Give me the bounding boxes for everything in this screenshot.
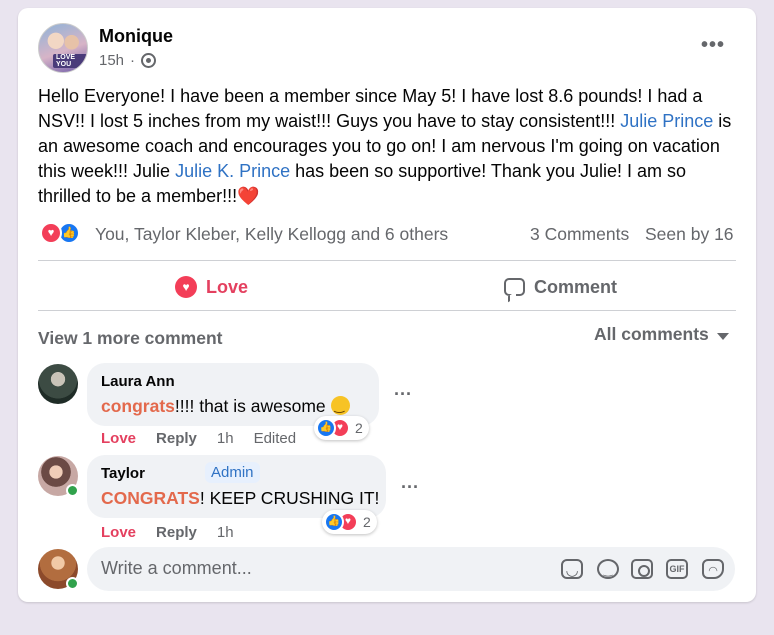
avatar-sticker-icon[interactable]: ◠ <box>702 559 724 579</box>
comment-button[interactable]: Comment <box>504 272 617 302</box>
comment-reactions[interactable]: 👍 ♥ 2 <box>322 510 377 534</box>
love-button[interactable]: ♥ Love <box>175 272 248 302</box>
like-reaction-icon: 👍 <box>324 512 344 532</box>
post-card: LOVE YOU Monique 15h · ••• Hello Everyon… <box>18 8 756 602</box>
comment-time[interactable]: 1h <box>217 524 234 541</box>
author-name[interactable]: Monique <box>99 26 173 47</box>
post-body: Hello Everyone! I have been a member sin… <box>38 86 732 206</box>
gif-icon[interactable]: GIF <box>666 559 688 579</box>
comment-composer[interactable]: ◡ ‿ GIF ◠ <box>87 547 735 591</box>
comment-bubble-icon <box>504 278 525 296</box>
friends-globe-icon[interactable] <box>141 53 157 68</box>
love-icon: ♥ <box>175 276 197 298</box>
post-time[interactable]: 15h <box>99 52 124 69</box>
online-status-dot <box>66 577 79 590</box>
comment-time[interactable]: 1h <box>217 430 234 447</box>
comment-reply-button[interactable]: Reply <box>156 430 197 447</box>
love-reaction-icon: ♥ <box>40 222 62 244</box>
online-status-dot <box>66 484 79 497</box>
comment-actions: Love Reply 1h Edited <box>101 430 296 447</box>
commenter-name[interactable]: Taylor <box>101 465 145 482</box>
comment-love-button[interactable]: Love <box>101 430 136 447</box>
smiley-emoji-icon <box>330 396 350 415</box>
comment-actions: Love Reply 1h <box>101 524 234 541</box>
comment-text: congrats!!!! that is awesome <box>101 396 350 417</box>
avatar-badge: LOVE YOU <box>53 54 87 68</box>
sticker-icon[interactable]: ◡ <box>561 559 583 579</box>
admin-badge: Admin <box>205 462 260 483</box>
comment-text: CONGRATS! KEEP CRUSHING IT! <box>101 488 380 508</box>
comment-edited[interactable]: Edited <box>254 430 297 447</box>
comment-reply-button[interactable]: Reply <box>156 524 197 541</box>
comment-reactions[interactable]: 👍 ♥ 2 <box>314 416 369 440</box>
reactions-summary: ♥ 👍 You, Taylor Kleber, Kelly Kellogg an… <box>38 222 738 246</box>
author-avatar[interactable]: LOVE YOU <box>38 23 88 73</box>
seen-by[interactable]: Seen by 16 <box>645 224 734 245</box>
comment-bubble: Taylor Admin CONGRATS! KEEP CRUSHING IT! <box>87 455 386 518</box>
view-more-comments[interactable]: View 1 more comment <box>38 328 222 349</box>
divider <box>38 310 736 311</box>
comment-count[interactable]: 3 Comments <box>530 224 629 245</box>
comment-love-button[interactable]: Love <box>101 524 136 541</box>
post-options-button[interactable]: ••• <box>701 34 725 57</box>
reaction-names[interactable]: You, Taylor Kleber, Kelly Kellogg and 6 … <box>95 224 448 245</box>
mention-julie-prince[interactable]: Julie Prince <box>620 111 713 131</box>
emoji-icon[interactable]: ‿ <box>597 559 619 579</box>
comment-options-button[interactable]: ··· <box>394 384 412 405</box>
camera-icon[interactable] <box>631 559 653 579</box>
post-meta: 15h · <box>99 52 157 69</box>
comment-options-button[interactable]: ··· <box>401 477 419 498</box>
like-reaction-icon: 👍 <box>316 418 336 438</box>
commenter-avatar[interactable] <box>38 364 78 404</box>
heart-emoji: ❤️ <box>237 186 260 206</box>
comment-filter-dropdown[interactable]: All comments <box>594 324 729 345</box>
divider <box>38 260 736 261</box>
comment-input[interactable] <box>101 558 401 579</box>
mention-julie-k-prince[interactable]: Julie K. Prince <box>175 161 290 181</box>
reaction-icons[interactable]: ♥ 👍 <box>40 222 88 246</box>
commenter-name[interactable]: Laura Ann <box>101 373 175 390</box>
caret-down-icon <box>716 332 729 340</box>
